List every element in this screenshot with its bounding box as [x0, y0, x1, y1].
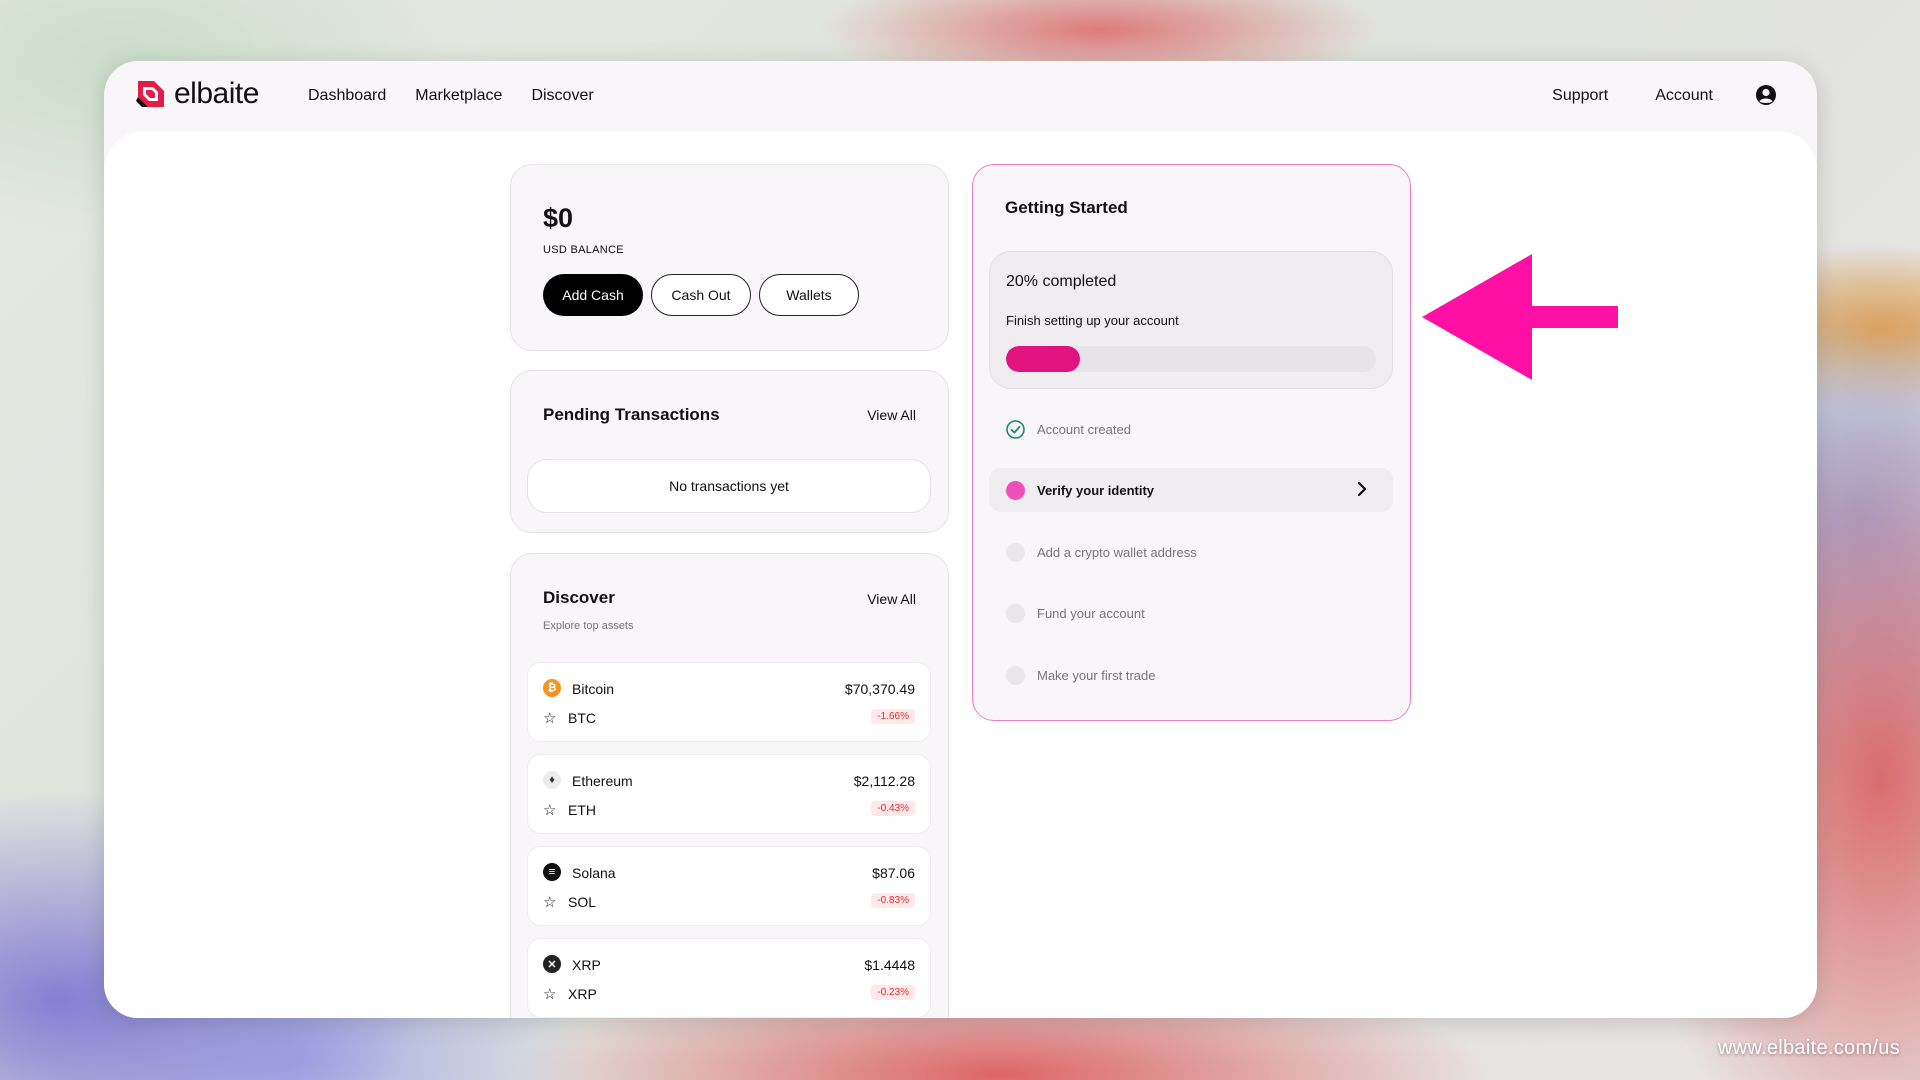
- asset-price: $2,112.28: [853, 773, 915, 789]
- step-label: Account created: [1037, 421, 1131, 437]
- asset-name: Ethereum: [572, 773, 633, 789]
- discover-view-all-link[interactable]: View All: [867, 591, 916, 607]
- progress-label: 20% completed: [1006, 273, 1117, 290]
- nav-account[interactable]: Account: [1655, 87, 1713, 105]
- pink-arrow-annotation-icon: [1422, 254, 1618, 380]
- top-navbar: elbaite Dashboard Marketplace Discover S…: [104, 61, 1817, 131]
- asset-row-xrp[interactable]: ✕ XRP ☆ XRP $1.4448 -0.23%: [527, 938, 931, 1018]
- user-account-icon[interactable]: [1755, 84, 1777, 106]
- bitcoin-icon: ₿: [543, 679, 561, 697]
- main-nav: Dashboard Marketplace Discover: [308, 87, 594, 105]
- asset-symbol: BTC: [568, 710, 596, 726]
- asset-symbol: XRP: [568, 986, 597, 1002]
- step-fund-account: Fund your account: [989, 591, 1393, 635]
- asset-name: Solana: [572, 865, 616, 881]
- right-nav: Support Account: [1552, 87, 1713, 105]
- pending-title: Pending Transactions: [543, 405, 720, 424]
- solana-icon: ≡: [543, 863, 561, 881]
- progress-panel: 20% completed Finish setting up your acc…: [989, 251, 1393, 389]
- ethereum-icon: ♦: [543, 771, 561, 789]
- nav-dashboard[interactable]: Dashboard: [308, 87, 386, 105]
- discover-title: Discover: [543, 588, 615, 607]
- xrp-icon: ✕: [543, 955, 561, 973]
- wallets-button[interactable]: Wallets: [759, 274, 859, 316]
- active-step-dot-icon: [1006, 480, 1025, 500]
- star-icon[interactable]: ☆: [543, 801, 556, 819]
- add-cash-button[interactable]: Add Cash: [543, 274, 643, 316]
- progress-subtitle: Finish setting up your account: [1006, 313, 1179, 328]
- asset-change-badge: -0.83%: [871, 893, 915, 908]
- asset-change-badge: -0.43%: [871, 801, 915, 816]
- app-window: elbaite Dashboard Marketplace Discover S…: [104, 61, 1817, 1018]
- star-icon[interactable]: ☆: [543, 709, 556, 727]
- getting-started-card: Getting Started 20% completed Finish set…: [972, 164, 1411, 721]
- pending-step-dot-icon: [1006, 603, 1025, 623]
- logo[interactable]: elbaite: [134, 77, 259, 111]
- asset-price: $70,370.49: [844, 681, 915, 697]
- balance-card: $0 USD BALANCE Add Cash Cash Out Wallets: [510, 164, 949, 351]
- star-icon[interactable]: ☆: [543, 985, 556, 1003]
- getting-started-title: Getting Started: [1005, 198, 1128, 217]
- pending-view-all-link[interactable]: View All: [867, 407, 916, 423]
- website-watermark: www.elbaite.com/us: [1717, 1037, 1900, 1059]
- logo-text: elbaite: [174, 77, 259, 110]
- balance-label: USD BALANCE: [543, 244, 624, 256]
- discover-card: Discover View All Explore top assets ₿ B…: [510, 553, 949, 1018]
- step-label: Fund your account: [1037, 605, 1145, 621]
- star-icon[interactable]: ☆: [543, 893, 556, 911]
- step-account-created: Account created: [989, 407, 1393, 451]
- check-circle-icon: [1006, 419, 1025, 439]
- step-add-wallet: Add a crypto wallet address: [989, 530, 1393, 574]
- discover-subtitle: Explore top assets: [543, 620, 634, 632]
- elbaite-logo-icon: [136, 81, 164, 107]
- progress-bar-fill: [1006, 346, 1080, 372]
- empty-transactions: No transactions yet: [527, 459, 931, 513]
- asset-price: $1.4448: [864, 957, 915, 973]
- step-label: Verify your identity: [1037, 482, 1155, 498]
- nav-support[interactable]: Support: [1552, 87, 1608, 105]
- pending-step-dot-icon: [1006, 542, 1025, 562]
- nav-marketplace[interactable]: Marketplace: [415, 87, 502, 105]
- step-verify-identity[interactable]: Verify your identity: [989, 468, 1393, 512]
- step-first-trade: Make your first trade: [989, 653, 1393, 697]
- progress-bar: [1006, 346, 1376, 372]
- asset-row-bitcoin[interactable]: ₿ Bitcoin ☆ BTC $70,370.49 -1.66%: [527, 662, 931, 742]
- asset-price: $87.06: [872, 865, 915, 881]
- asset-symbol: ETH: [568, 802, 596, 818]
- asset-row-ethereum[interactable]: ♦ Ethereum ☆ ETH $2,112.28 -0.43%: [527, 754, 931, 834]
- pending-transactions-card: Pending Transactions View All No transac…: [510, 370, 949, 533]
- asset-symbol: SOL: [568, 894, 597, 910]
- balance-amount: $0: [543, 203, 574, 233]
- asset-name: Bitcoin: [572, 681, 615, 697]
- cash-out-button[interactable]: Cash Out: [651, 274, 751, 316]
- asset-name: XRP: [572, 957, 601, 973]
- chevron-right-icon: [1357, 481, 1367, 497]
- step-label: Add a crypto wallet address: [1037, 544, 1197, 560]
- asset-change-badge: -0.23%: [871, 985, 915, 1000]
- asset-change-badge: -1.66%: [871, 709, 915, 724]
- pending-step-dot-icon: [1006, 665, 1025, 685]
- nav-discover[interactable]: Discover: [531, 87, 593, 105]
- step-label: Make your first trade: [1037, 667, 1156, 683]
- asset-row-solana[interactable]: ≡ Solana ☆ SOL $87.06 -0.83%: [527, 846, 931, 926]
